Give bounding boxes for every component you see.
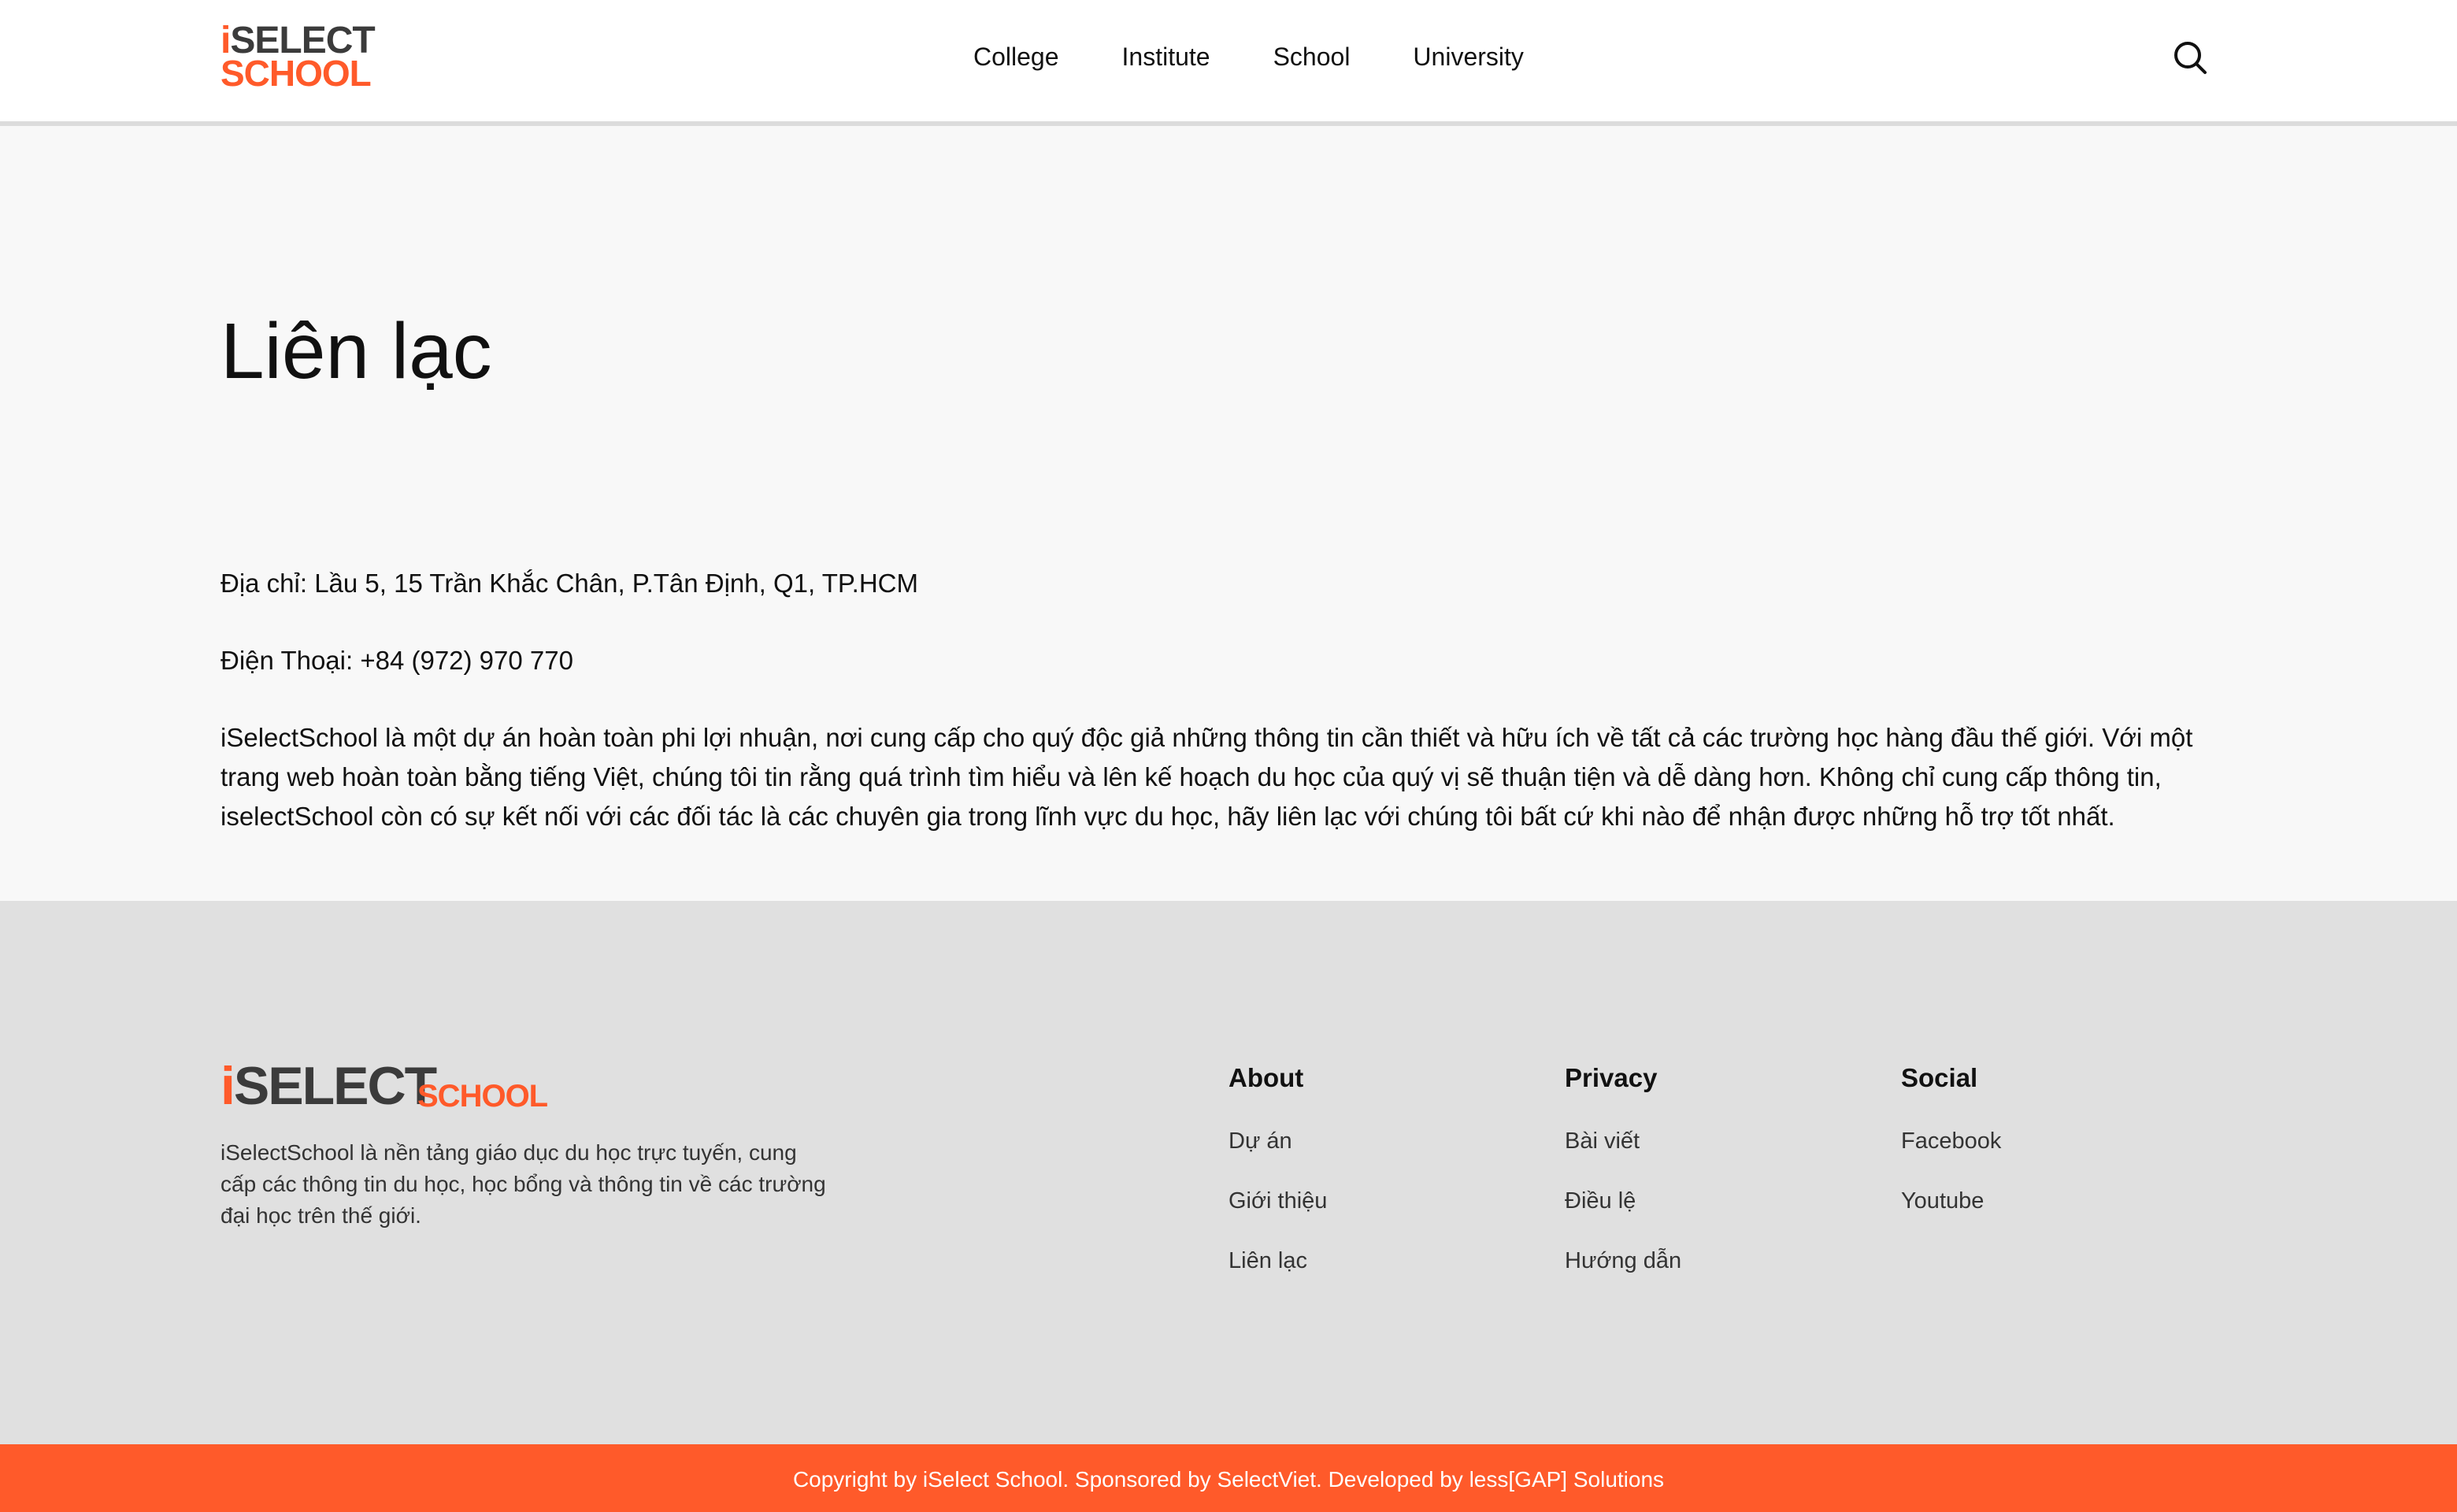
page: iSELECT SCHOOL College Institute School …: [0, 0, 2457, 1512]
nav-school[interactable]: School: [1273, 38, 1351, 76]
footer-column-title: Social: [1901, 1063, 1978, 1092]
logo-line-school: SCHOOL: [220, 53, 372, 94]
footer-logo[interactable]: iSELECT SCHOOL: [220, 1058, 551, 1114]
copyright-text: Copyright by iSelect School. Sponsored b…: [792, 1467, 1665, 1492]
footer-link-du-an[interactable]: Dự án: [1228, 1128, 1292, 1154]
main-nav: College Institute School University: [973, 38, 1524, 76]
contact-phone: Điện Thoại: +84 (972) 970 770: [220, 646, 573, 675]
footer-link-dieu-le[interactable]: Điều lệ: [1565, 1188, 1636, 1214]
footer-link-gioi-thieu[interactable]: Giới thiệu: [1228, 1188, 1327, 1214]
nav-institute[interactable]: Institute: [1122, 38, 1210, 76]
footer-logo-word-select: SELECT: [233, 1056, 437, 1116]
footer-link-bai-viet[interactable]: Bài viết: [1565, 1128, 1640, 1154]
copyright-bar: Copyright by iSelect School. Sponsored b…: [0, 1444, 2457, 1512]
footer-column-privacy: Privacy Bài viết Điều lệ Hướng dẫn: [1565, 1058, 1864, 1301]
footer-column-about: About Dự án Giới thiệu Liên lạc: [1228, 1058, 1528, 1301]
footer-logo-school: SCHOOL: [417, 1079, 548, 1114]
footer-column-title: Privacy: [1565, 1063, 1658, 1092]
footer-column-social: Social Facebook Youtube: [1901, 1058, 2200, 1241]
footer-description: iSelectSchool là nền tảng giáo dục du họ…: [220, 1140, 826, 1228]
footer-link-facebook[interactable]: Facebook: [1901, 1128, 2001, 1154]
footer-link-huong-dan[interactable]: Hướng dẫn: [1565, 1248, 1681, 1273]
footer-link-lien-lac[interactable]: Liên lạc: [1228, 1248, 1307, 1273]
footer-logo-letter-i: i: [220, 1056, 235, 1116]
nav-college[interactable]: College: [973, 38, 1059, 76]
contact-description: iSelectSchool là một dự án hoàn toàn phi…: [220, 723, 2193, 831]
main-content: Liên lạc Địa chỉ: Lầu 5, 15 Trần Khắc Ch…: [0, 131, 2457, 901]
contact-address: Địa chỉ: Lầu 5, 15 Trần Khắc Chân, P.Tân…: [220, 569, 918, 598]
site-logo[interactable]: iSELECT SCHOOL: [220, 22, 386, 94]
search-button[interactable]: [2172, 39, 2208, 76]
site-footer: iSELECT SCHOOL iSelectSchool là nền tảng…: [0, 901, 2457, 1444]
footer-logo-select: iSELECT: [220, 1056, 437, 1116]
footer-column-title: About: [1228, 1063, 1304, 1092]
site-header: iSELECT SCHOOL College Institute School …: [0, 0, 2457, 126]
search-icon: [2174, 42, 2207, 74]
page-title: Liên lạc: [220, 307, 492, 395]
footer-link-youtube[interactable]: Youtube: [1901, 1188, 1984, 1214]
nav-university[interactable]: University: [1413, 38, 1523, 76]
